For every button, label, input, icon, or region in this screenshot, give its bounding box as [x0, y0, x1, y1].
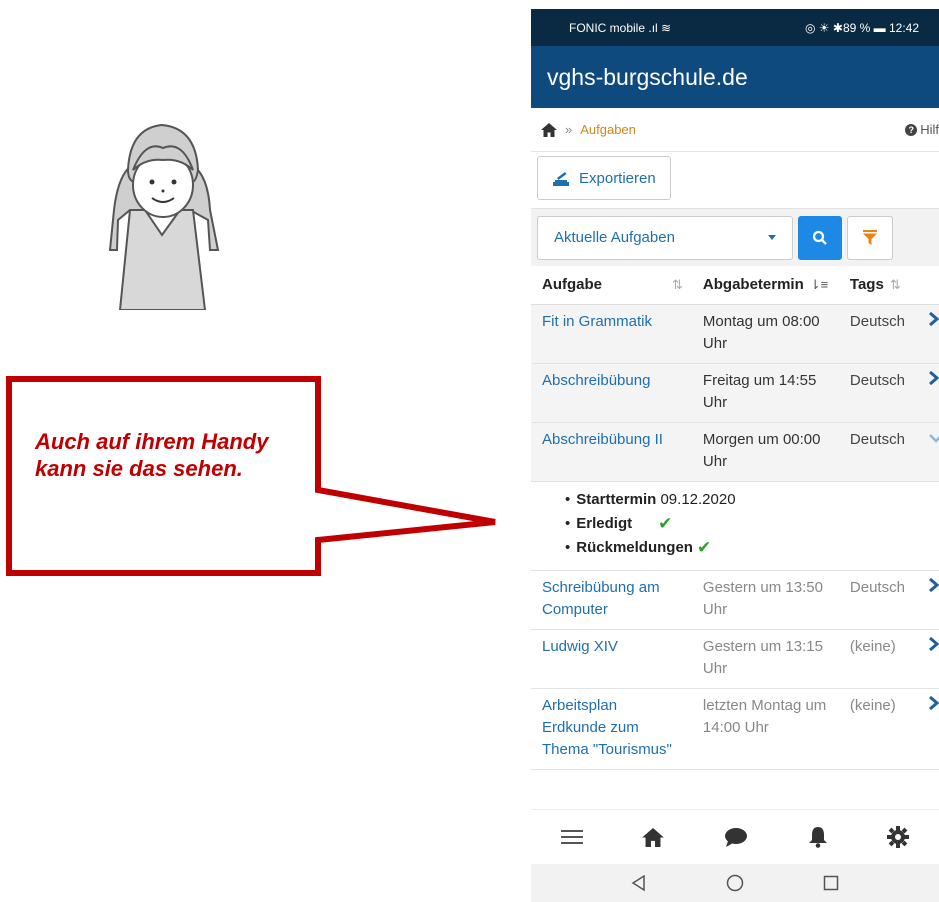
- table-row[interactable]: Abschreibübung Freitag um 14:55 Uhr Deut…: [531, 363, 939, 423]
- task-due: Montag um 08:00 Uhr: [692, 304, 845, 364]
- home-circle-icon[interactable]: [726, 874, 744, 892]
- detail-feedback: Rückmeldungen✔: [576, 536, 939, 560]
- signal-icon: .ıl ≋: [648, 20, 672, 35]
- phone-screen: FONIC mobile .ıl ≋ ◎ ☀ ✱89 % ▬ 12:42 vgh…: [531, 9, 939, 902]
- table-row[interactable]: Schreibübung am Computer Gestern um 13:5…: [531, 570, 939, 630]
- task-due: letzten Montag um 14:00 Uhr: [692, 688, 845, 770]
- chevron-down-icon: [768, 235, 776, 240]
- filter-button[interactable]: [847, 215, 893, 260]
- task-name[interactable]: Fit in Grammatik: [531, 304, 693, 364]
- site-title: vghs-burgschule.de: [547, 63, 748, 90]
- task-detail-row: Starttermin 09.12.2020 Erledigt✔ Rückmel…: [531, 481, 939, 571]
- checkmark-icon: ✔: [696, 537, 712, 557]
- home-icon[interactable]: [642, 827, 665, 847]
- table-header-row: Aufgabe ⇅ Abgabetermin ⇂≡ Tags ⇅: [531, 266, 939, 305]
- table-row[interactable]: Ludwig XIV Gestern um 13:15 Uhr (keine): [531, 629, 939, 689]
- chevron-right-icon[interactable]: [924, 688, 939, 770]
- checkmark-icon: ✔: [658, 513, 673, 533]
- search-icon: [812, 230, 827, 245]
- table-row[interactable]: Abschreibübung II Morgen um 00:00 Uhr De…: [531, 422, 939, 482]
- chevron-right-icon[interactable]: [924, 363, 939, 423]
- column-header-due[interactable]: Abgabetermin ⇂≡: [692, 266, 845, 305]
- help-link[interactable]: ? Hilf: [905, 122, 939, 137]
- app-header: vghs-burgschule.de: [531, 46, 939, 108]
- filter-icon: [863, 230, 877, 245]
- sort-desc-icon: ⇂≡: [809, 277, 829, 293]
- table-row[interactable]: Fit in Grammatik Montag um 08:00 Uhr Deu…: [531, 304, 939, 364]
- menu-icon[interactable]: [560, 829, 583, 845]
- sort-icon: ⇅: [672, 277, 683, 293]
- detail-done: Erledigt✔: [576, 512, 939, 536]
- task-table: Aufgabe ⇅ Abgabetermin ⇂≡ Tags ⇅ Fit in Gra…: [531, 266, 939, 770]
- gear-icon[interactable]: [887, 826, 910, 848]
- system-nav-bar: [531, 864, 939, 902]
- task-due: Gestern um 13:15 Uhr: [692, 629, 845, 689]
- help-icon: ?: [905, 123, 918, 136]
- task-tags: Deutsch: [844, 570, 925, 630]
- chevron-right-icon[interactable]: [924, 570, 939, 630]
- task-tags: Deutsch: [844, 363, 925, 423]
- toolbar: Exportieren: [531, 152, 939, 209]
- bottom-nav: [531, 809, 939, 864]
- sort-icon: ⇅: [889, 277, 901, 293]
- back-icon[interactable]: [631, 875, 647, 891]
- callout-text: Auch auf ihrem Handy kann sie das sehen.: [35, 429, 269, 481]
- column-header-tags[interactable]: Tags ⇅: [844, 266, 925, 305]
- task-name[interactable]: Abschreibübung: [531, 363, 693, 423]
- task-due: Freitag um 14:55 Uhr: [692, 363, 845, 423]
- breadcrumb-current[interactable]: Aufgaben: [580, 122, 636, 137]
- girl-illustration: [108, 123, 220, 310]
- home-icon[interactable]: [541, 122, 557, 137]
- status-bar: FONIC mobile .ıl ≋ ◎ ☀ ✱89 % ▬ 12:42: [531, 9, 939, 46]
- chevron-right-icon[interactable]: [924, 629, 939, 689]
- recents-icon[interactable]: [823, 875, 839, 891]
- task-detail-list: Starttermin 09.12.2020 Erledigt✔ Rückmel…: [576, 488, 939, 560]
- column-header-actions: [924, 266, 939, 305]
- filter-bar: Aktuelle Aufgaben: [531, 209, 939, 266]
- task-name[interactable]: Abschreibübung II: [531, 422, 693, 482]
- search-button[interactable]: [798, 215, 842, 260]
- chevron-down-icon[interactable]: [924, 422, 939, 482]
- task-tags: Deutsch: [844, 422, 925, 482]
- export-button[interactable]: Exportieren: [537, 156, 671, 200]
- breadcrumb-separator: »: [565, 122, 573, 137]
- task-due: Gestern um 13:50 Uhr: [692, 570, 845, 630]
- carrier-label: FONIC mobile .ıl ≋: [569, 20, 672, 35]
- table-row[interactable]: Arbeitsplan Erdkunde zum Thema "Tourismu…: [531, 688, 939, 770]
- chat-icon[interactable]: [724, 827, 748, 847]
- status-icons: ◎ ☀ ✱89 % ▬ 12:42: [804, 20, 919, 35]
- breadcrumb: » Aufgaben ? Hilf: [531, 108, 939, 152]
- task-tags: (keine): [844, 629, 925, 689]
- task-filter-select[interactable]: Aktuelle Aufgaben: [537, 215, 793, 260]
- task-due: Morgen um 00:00 Uhr: [692, 422, 845, 482]
- task-name[interactable]: Ludwig XIV: [531, 629, 693, 689]
- task-name[interactable]: Schreibübung am Computer: [531, 570, 693, 630]
- export-icon: [553, 172, 569, 186]
- task-tags: Deutsch: [844, 304, 925, 364]
- bell-icon[interactable]: [808, 826, 828, 848]
- detail-start: Starttermin 09.12.2020: [576, 488, 939, 512]
- column-header-task[interactable]: Aufgabe ⇅: [531, 266, 693, 305]
- task-name[interactable]: Arbeitsplan Erdkunde zum Thema "Tourismu…: [531, 688, 693, 770]
- task-tags: (keine): [844, 688, 925, 770]
- chevron-right-icon[interactable]: [924, 304, 939, 364]
